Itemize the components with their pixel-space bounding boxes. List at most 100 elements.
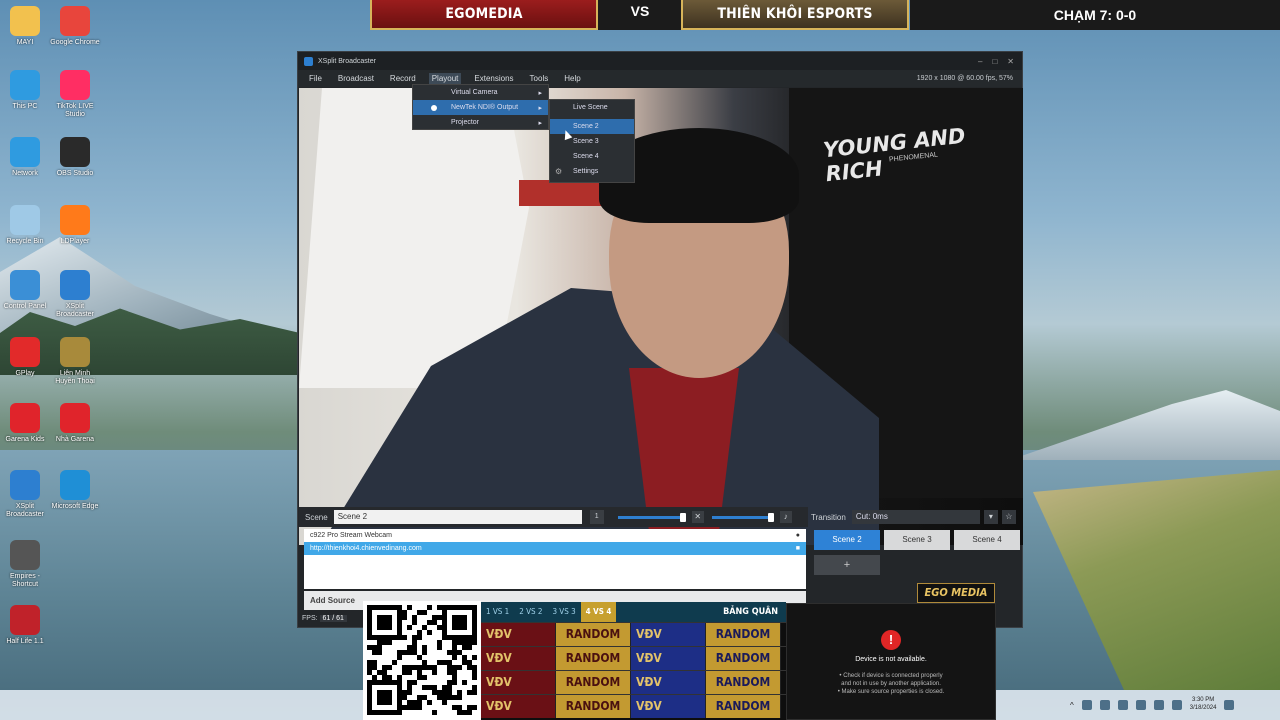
desktop-icon[interactable]: TikTok LIVE Studio [50, 70, 100, 118]
source-name: c922 Pro Stream Webcam [310, 532, 392, 539]
minimize-icon[interactable]: – [978, 57, 982, 66]
chrome-icon [60, 6, 90, 36]
mic-volume-slider[interactable] [711, 512, 774, 522]
desktop-icon[interactable]: Microsoft Edge [50, 470, 100, 511]
tray-app-icon[interactable] [1081, 700, 1092, 710]
desktop-icon[interactable]: Half Life 1.1 [0, 605, 50, 646]
speaker-volume-slider[interactable] [617, 512, 686, 522]
tray-app-icon[interactable] [1135, 700, 1146, 710]
scene-button-4[interactable]: Scene 4 [954, 530, 1020, 550]
desktop-icon[interactable]: Nhà Garena [50, 403, 100, 444]
title-bar: XSplit Broadcaster – □ ✕ [298, 52, 1022, 70]
menu-item-ndi-output[interactable]: NewTek NDI® Output ▸ [413, 100, 548, 115]
scene-button-3[interactable]: Scene 3 [884, 530, 950, 550]
desktop-icon[interactable]: Network [0, 137, 50, 178]
maximize-icon[interactable]: □ [992, 57, 997, 66]
clock[interactable]: 3:30 PM 3/18/2024 [1190, 697, 1217, 713]
bracket-tab[interactable]: 2 VS 2 [514, 602, 547, 622]
bracket-tab[interactable]: 1 VS 1 [481, 602, 514, 622]
team-right-banner: THIÊN KHÔI ESPORTS [681, 0, 909, 30]
transition-select[interactable]: Cut: 0ms [851, 510, 980, 524]
star-icon[interactable]: ☆ [1001, 510, 1016, 524]
menu-extensions[interactable]: Extensions [471, 73, 516, 84]
menu-item-label: Live Scene [573, 104, 608, 111]
network-icon[interactable] [1153, 700, 1164, 710]
garena-icon [60, 403, 90, 433]
close-icon[interactable]: ✕ [1007, 57, 1014, 66]
visibility-eye-icon[interactable]: ● [796, 532, 800, 539]
menu-help[interactable]: Help [561, 73, 583, 84]
desktop-icon-label: Control Panel [3, 303, 47, 310]
volume-icon[interactable] [1171, 700, 1182, 710]
lock-icon[interactable]: ■ [796, 545, 800, 552]
qr-module [472, 710, 477, 715]
menu-playout[interactable]: Playout [428, 73, 462, 84]
menu-file[interactable]: File [306, 73, 325, 84]
menu-broadcast[interactable]: Broadcast [335, 73, 377, 84]
source-row[interactable]: http://thienkhoi4.chienvedinang.com ■ [304, 542, 806, 555]
scene-name-input[interactable]: Scene 2 [333, 510, 582, 524]
add-scene-button[interactable]: + [814, 555, 880, 575]
desktop-icon-label: GPlay [15, 370, 35, 377]
team-left-banner: EGOMEDIA [370, 0, 598, 30]
speaker-icon[interactable]: ♪ [779, 511, 792, 523]
desktop-icon[interactable]: OBS Studio [50, 137, 100, 178]
player-cell: VĐV [481, 671, 556, 694]
desktop-icon[interactable]: Liên Minh Huyền Thoại [50, 337, 100, 385]
desktop-icon[interactable]: Google Chrome [50, 6, 100, 47]
desktop-icon[interactable]: This PC [0, 70, 50, 111]
desktop-icon[interactable]: GPlay [0, 337, 50, 378]
source-name: http://thienkhoi4.chienvedinang.com [310, 545, 422, 552]
source-row[interactable]: c922 Pro Stream Webcam ● [304, 529, 806, 542]
bracket-tab-active[interactable]: 4 VS 4 [580, 602, 617, 622]
menu-tools[interactable]: Tools [527, 73, 552, 84]
bracket-tab[interactable]: 3 VS 3 [547, 602, 580, 622]
bracket-rows: VĐV RANDOM VĐV RANDOM VĐV RANDOM VĐV RANDOM VĐV R… [481, 622, 786, 718]
champion-cell: RANDOM [556, 623, 631, 646]
mic-mute-icon[interactable]: ✕ [691, 511, 704, 523]
menu-item-label: Scene 2 [573, 123, 599, 130]
chevron-up-icon[interactable]: ^ [1070, 701, 1074, 710]
scene-row: Scene Scene 2 1 ✕ ♪ [299, 507, 808, 527]
xsplit-logo-icon [304, 56, 313, 66]
player-cell: VĐV [631, 623, 706, 646]
tray-app-icon[interactable] [1099, 700, 1110, 710]
desktop-icon[interactable]: XSplit Broadcaster [50, 270, 100, 318]
league-icon [60, 337, 90, 367]
menu-item-projector[interactable]: Projector ▸ [413, 115, 548, 130]
network-icon [10, 137, 40, 167]
desktop-icon[interactable]: MAYI [0, 6, 50, 47]
menu-item-virtual-camera[interactable]: Virtual Camera ▸ [413, 85, 548, 100]
desktop-icon-label: Empires - Shortcut [10, 573, 40, 588]
notification-icon[interactable] [1224, 700, 1235, 710]
team-left-name: EGOMEDIA [445, 6, 523, 22]
add-source-label: Add Source [310, 596, 355, 605]
desktop-icon[interactable]: Control Panel [0, 270, 50, 311]
menu-item-scene-4[interactable]: Scene 4 [550, 149, 634, 164]
ndi-icon [431, 104, 437, 111]
desktop-icon[interactable]: Empires - Shortcut [0, 540, 50, 588]
scene-button-2[interactable]: Scene 2 [814, 530, 880, 550]
bracket-title: BẢNG QUÂN [723, 607, 778, 617]
chevron-down-icon[interactable]: ▾ [983, 510, 998, 524]
ldplayer-icon [60, 205, 90, 235]
recycle-bin-icon [10, 205, 40, 235]
desktop-icon[interactable]: LDPlayer [50, 205, 100, 246]
transition-row: Transition Cut: 0ms ▾ ☆ [811, 507, 1023, 527]
desktop-icon[interactable]: Recycle Bin [0, 205, 50, 246]
preview-canvas[interactable]: YOUNG AND RICH PHENOMENAL [299, 88, 1023, 545]
menu-item-live-scene[interactable]: Live Scene [550, 100, 634, 115]
tray-app-icon[interactable] [1117, 700, 1128, 710]
scene-number[interactable]: 1 [589, 510, 604, 524]
window-title: XSplit Broadcaster [318, 57, 376, 65]
resolution-label[interactable]: 1920 x 1080 @ 60.00 fps, 57% [914, 74, 1016, 83]
folder-icon [10, 6, 40, 36]
bracket-row: VĐV RANDOM VĐV RANDOM [481, 694, 786, 718]
desktop-icon[interactable]: XSplit Broadcaster [0, 470, 50, 518]
garena-icon [10, 403, 40, 433]
menu-item-settings[interactable]: ⚙ Settings [550, 164, 634, 179]
device-error-panel: ! Device is not available. • Check if de… [786, 603, 996, 720]
desktop-icon[interactable]: Garena Kids [0, 403, 50, 444]
menu-record[interactable]: Record [387, 73, 419, 84]
qr-code-pattern [367, 605, 477, 715]
